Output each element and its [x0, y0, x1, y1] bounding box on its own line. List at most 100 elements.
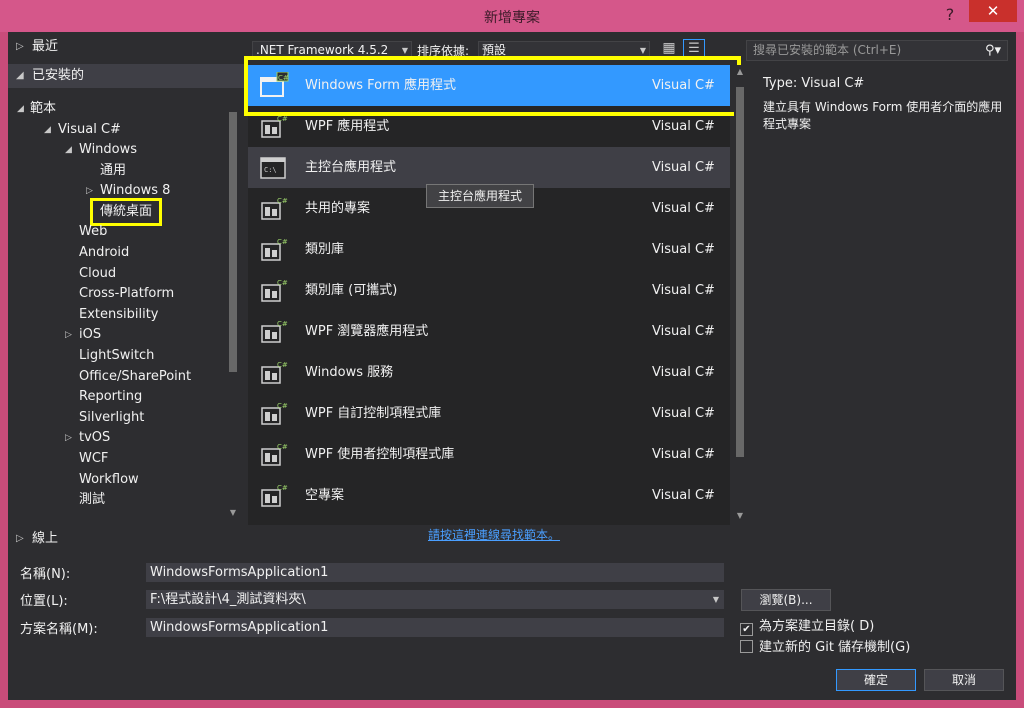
collapse-arrow-icon[interactable]: ◢ [65, 140, 72, 160]
template-name: 類別庫 (可攜式) [305, 283, 398, 298]
framework-value: .NET Framework 4.5.2 [256, 43, 389, 57]
expand-arrow-icon[interactable]: ▷ [16, 529, 24, 549]
template-description: 建立具有 Windows Form 使用者介面的應用程式專案 [763, 100, 1003, 131]
tree-item-extensibility[interactable]: Extensibility [79, 305, 159, 325]
tree-item-label: LightSwitch [79, 348, 155, 363]
tree-section-label: 最近 [32, 39, 59, 54]
tree-section-label: 線上 [32, 531, 59, 546]
selection-highlight [244, 56, 741, 116]
template-name: Windows 服務 [305, 365, 394, 380]
tree-item-cloud[interactable]: Cloud [79, 264, 116, 284]
git-repository-checkbox[interactable]: 建立新的 Git 儲存機制(G) [740, 639, 910, 657]
tree-item-label: 測試 [79, 492, 106, 507]
location-field[interactable]: F:\程式設計\4_測試資料夾\ ▼ [146, 590, 724, 609]
tree-item-tvos[interactable]: ▷ tvOS [65, 428, 110, 448]
search-icon[interactable]: ⚲▾ [980, 40, 1006, 61]
tree-item-label: WCF [79, 451, 109, 466]
portable-class-library-icon: C# [259, 277, 289, 305]
search-input[interactable]: 搜尋已安裝的範本 (Ctrl+E) [746, 40, 1008, 61]
tree-item-templates[interactable]: ◢ 範本 [17, 99, 56, 119]
tree-item-test[interactable]: 測試 [79, 490, 105, 510]
tree-item-silverlight[interactable]: Silverlight [79, 408, 144, 428]
tree-section-online[interactable]: ▷ 線上 [8, 529, 244, 549]
svg-text:C#: C# [277, 443, 288, 451]
template-name: 主控台應用程式 [305, 160, 397, 175]
wpf-custom-control-icon: C# [259, 400, 289, 428]
template-tree: ▷ 最近 ◢ 已安裝的 ◢ 範本 ◢ Visual C# ◢ Windows 通… [8, 32, 244, 525]
name-field[interactable]: WindowsFormsApplication1 [146, 563, 724, 582]
name-field-value: WindowsFormsApplication1 [150, 565, 329, 580]
empty-project-icon: C# [259, 482, 289, 510]
online-templates-link[interactable]: 請按這裡連線尋找範本。 [428, 526, 560, 543]
expand-arrow-icon[interactable]: ▷ [16, 35, 24, 59]
cancel-button[interactable]: 取消 [924, 669, 1004, 691]
template-language: Visual C# [652, 447, 715, 462]
template-language: Visual C# [652, 365, 715, 380]
template-language: Visual C# [652, 324, 715, 339]
tree-item-label: Cross-Platform [79, 286, 175, 301]
checkbox-checked-icon[interactable]: ✔ [740, 623, 753, 636]
template-row[interactable]: C# WPF 自訂控制項程式庫 Visual C# [248, 393, 730, 434]
wpf-user-control-icon: C# [259, 441, 289, 469]
dropdown-arrow-icon[interactable]: ▼ [713, 591, 719, 608]
tree-scrollbar[interactable] [228, 112, 238, 522]
ok-button[interactable]: 確定 [836, 669, 916, 691]
windows-service-icon: C# [259, 359, 289, 387]
location-label: 位置(L): [20, 594, 68, 609]
sort-value: 預設 [482, 43, 507, 57]
template-language: Visual C# [652, 201, 715, 216]
create-directory-checkbox[interactable]: ✔ 為方案建立目錄( D) [740, 618, 874, 636]
tree-section-recent[interactable]: ▷ 最近 [8, 35, 244, 59]
svg-text:C#: C# [277, 320, 288, 328]
template-list-scrollbar[interactable]: ▲ ▼ [734, 65, 746, 525]
template-list-scroll-thumb[interactable] [736, 87, 744, 457]
scroll-down-arrow-icon[interactable]: ▼ [228, 508, 238, 517]
tree-item-label: 通用 [100, 163, 127, 178]
template-row[interactable]: C:\ 主控台應用程式 Visual C# [248, 147, 730, 188]
svg-text:C#: C# [277, 197, 288, 205]
tree-item-reporting[interactable]: Reporting [79, 387, 142, 407]
template-row[interactable]: C# 類別庫 (可攜式) Visual C# [248, 270, 730, 311]
tree-item-label: Windows [79, 142, 138, 157]
tree-item-label: Web [79, 224, 108, 239]
template-name: WPF 自訂控制項程式庫 [305, 406, 442, 421]
tree-item-visual-csharp[interactable]: ◢ Visual C# [44, 120, 121, 140]
tree-scroll-thumb[interactable] [229, 112, 237, 372]
svg-text:C#: C# [277, 484, 288, 492]
scroll-up-arrow-icon[interactable]: ▲ [734, 67, 746, 76]
tree-section-installed[interactable]: ◢ 已安裝的 [8, 64, 244, 88]
tree-item-android[interactable]: Android [79, 243, 129, 263]
expand-arrow-icon[interactable]: ▷ [65, 428, 72, 448]
tree-item-workflow[interactable]: Workflow [79, 470, 139, 490]
tree-item-windows[interactable]: ◢ Windows [65, 140, 138, 160]
tree-item-ios[interactable]: ▷ iOS [65, 325, 101, 345]
help-button[interactable]: ? [940, 5, 960, 25]
tree-item-cross-platform[interactable]: Cross-Platform [79, 284, 174, 304]
tree-item-label: Extensibility [79, 307, 159, 322]
tree-item-lightswitch[interactable]: LightSwitch [79, 346, 154, 366]
scroll-down-arrow-icon[interactable]: ▼ [734, 511, 746, 520]
window-title: 新增專案 [484, 10, 540, 26]
tree-item-office-sharepoint[interactable]: Office/SharePoint [79, 367, 191, 387]
collapse-arrow-icon[interactable]: ◢ [44, 120, 51, 140]
template-row[interactable]: C# 空專案 Visual C# [248, 475, 730, 516]
template-language: Visual C# [652, 160, 715, 175]
tree-item-label: Windows 8 [100, 183, 171, 198]
collapse-arrow-icon[interactable]: ◢ [17, 99, 24, 119]
collapse-arrow-icon[interactable]: ◢ [16, 64, 24, 88]
expand-arrow-icon[interactable]: ▷ [65, 325, 72, 345]
browse-button[interactable]: 瀏覽(B)... [741, 589, 831, 611]
checkbox-unchecked-icon[interactable] [740, 640, 753, 653]
tree-item-wcf[interactable]: WCF [79, 449, 108, 469]
solution-name-field[interactable]: WindowsFormsApplication1 [146, 618, 724, 637]
template-row[interactable]: C# WPF 使用者控制項程式庫 Visual C# [248, 434, 730, 475]
template-row[interactable]: C# WPF 瀏覽器應用程式 Visual C# [248, 311, 730, 352]
tree-item-label: Android [79, 245, 130, 260]
tree-item-universal[interactable]: 通用 [100, 161, 126, 181]
template-row[interactable]: C# 類別庫 Visual C# [248, 229, 730, 270]
class-library-icon: C# [259, 236, 289, 264]
tree-item-web[interactable]: Web [79, 222, 107, 242]
template-row[interactable]: C# Windows 服務 Visual C# [248, 352, 730, 393]
tree-item-label: 傳統桌面 [100, 204, 153, 219]
close-button[interactable]: ✕ [969, 0, 1017, 22]
